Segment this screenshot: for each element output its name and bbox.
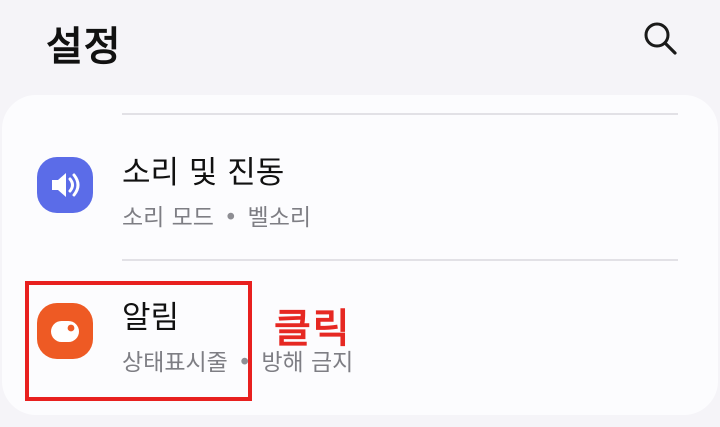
sound-vibration-subtitle: 소리 모드 • 벨소리 [122, 198, 311, 232]
search-button[interactable] [640, 18, 680, 58]
subtitle-part: 상태표시줄 [122, 350, 228, 376]
subtitle-separator: • [237, 350, 252, 376]
settings-card: 소리 및 진동 소리 모드 • 벨소리 알림 상태표시줄 • 방해 금지 [2, 95, 718, 415]
divider [122, 259, 678, 261]
settings-screen: 설정 소리 및 진동 소리 모드 • 벨소리 알림 상태표시줄 • 방해 금지 … [0, 0, 720, 427]
sound-vibration-title: 소리 및 진동 [122, 155, 285, 191]
settings-item-sound-vibration[interactable]: 소리 및 진동 소리 모드 • 벨소리 [2, 117, 718, 237]
page-title: 설정 [46, 24, 122, 70]
divider [122, 113, 678, 115]
notifications-title: 알림 [122, 300, 180, 336]
subtitle-part: 소리 모드 [122, 205, 214, 231]
subtitle-separator: • [223, 205, 238, 231]
search-icon [644, 22, 677, 55]
notification-icon [37, 303, 93, 359]
speaker-icon [37, 157, 93, 213]
click-annotation: 클릭 [274, 306, 352, 352]
subtitle-part: 벨소리 [247, 205, 312, 231]
settings-item-notifications[interactable]: 알림 상태표시줄 • 방해 금지 [2, 265, 718, 385]
